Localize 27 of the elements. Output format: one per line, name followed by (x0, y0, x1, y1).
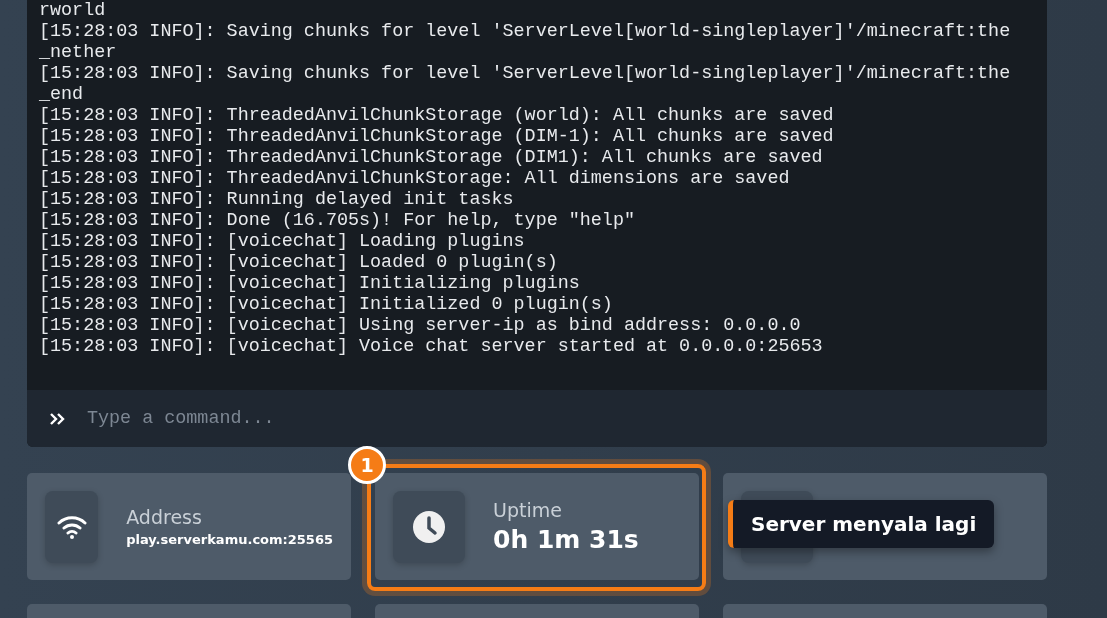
wifi-icon (56, 514, 87, 539)
clock-icon (412, 509, 446, 544)
command-input[interactable]: Type a command... (27, 390, 1047, 447)
chevrons-icon (49, 412, 65, 426)
log-line: [15:28:03 INFO]: ThreadedAnvilChunkStorage (DIM1): All chunks are saved (39, 147, 824, 168)
log-line: [15:28:03 INFO]: Saving chunks for level 'ServerLevel[world-singleplayer]'/minecraft:the (39, 21, 1012, 42)
step-badge: 1 (348, 446, 386, 484)
stat-value: play.serverkamu.com:25565 (126, 532, 333, 547)
log-line: [15:28:03 INFO]: [voicechat] Initialized 0 plugin(s) (39, 294, 614, 315)
log-line: [15:28:03 INFO]: ThreadedAnvilChunkStorage (DIM-1): All chunks are saved (39, 126, 835, 147)
log-line: [15:28:03 INFO]: ThreadedAnvilChunkStorage (world): All chunks are saved (39, 105, 835, 126)
log-line: [15:28:03 INFO]: [voicechat] Voice chat server started at 0.0.0.0:25653 (39, 336, 824, 357)
log-line: [15:28:03 INFO]: Saving chunks for level 'ServerLevel[world-singleplayer]'/minecraft:the (39, 63, 1012, 84)
log-line: [15:28:03 INFO]: Done (16.705s)! For help, type "help" (39, 210, 636, 231)
log-line: [15:28:03 INFO]: [voicechat] Using server-ip as bind address: 0.0.0.0 (39, 315, 802, 336)
log-line: [15:28:03 INFO]: Running delayed init tasks (39, 189, 515, 210)
log-line: rworld (39, 0, 107, 21)
log-line: _end (39, 84, 85, 105)
stat-value: 0h 1m 31s (493, 525, 639, 554)
log-line: [15:28:03 INFO]: ThreadedAnvilChunkStorage: All dimensions are saved (39, 168, 791, 189)
log-line: _nether (39, 42, 118, 63)
log-line: [15:28:03 INFO]: [voicechat] Initializing plugins (39, 273, 581, 294)
stat-label: Uptime (493, 499, 563, 521)
log-line: [15:28:03 INFO]: [voicechat] Loading plugins (39, 231, 526, 252)
log-line: [15:28:03 INFO]: [voicechat] Loaded 0 plugin(s) (39, 252, 559, 273)
tooltip: Server menyala lagi (728, 500, 995, 548)
stat-label: Address (126, 506, 203, 528)
